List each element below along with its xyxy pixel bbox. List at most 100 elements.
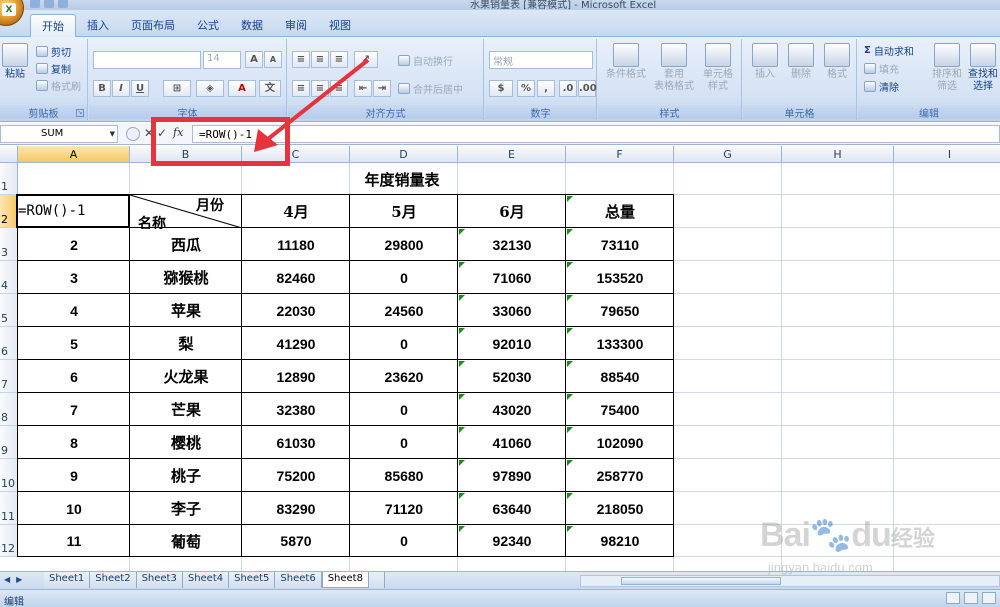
sheet-tab[interactable]: Sheet4	[182, 572, 230, 588]
value-cell[interactable]: 102090	[566, 426, 674, 459]
phonetic-button[interactable]: 文	[259, 80, 281, 97]
fruit-name-cell[interactable]: 李子	[130, 492, 242, 525]
number-format-combo[interactable]: 常规	[489, 51, 593, 69]
dialog-launcher-icon[interactable]: ↘	[76, 109, 84, 117]
row-header[interactable]: 11	[0, 492, 18, 525]
row-number-cell[interactable]: 7	[18, 393, 130, 426]
value-cell[interactable]: 0	[350, 393, 458, 426]
chevron-down-icon[interactable]: ▼	[110, 130, 115, 138]
row-number-cell[interactable]: 3	[18, 261, 130, 294]
value-cell[interactable]: 5870	[242, 525, 350, 557]
value-cell[interactable]: 0	[350, 525, 458, 557]
sheet-tab[interactable]: Sheet5	[229, 572, 276, 588]
fruit-name-cell[interactable]: 猕猴桃	[130, 261, 242, 294]
row-header[interactable]: 6	[0, 327, 18, 360]
value-cell[interactable]: 32130	[458, 228, 566, 261]
value-cell[interactable]: 92010	[458, 327, 566, 360]
ribbon-tab[interactable]: 公式	[186, 14, 230, 37]
find-select-button[interactable]: 查找和 选择	[966, 43, 1000, 93]
align-middle-button[interactable]: ≡	[311, 51, 329, 68]
view-buttons[interactable]	[946, 592, 996, 604]
insert-cells-button[interactable]: 插入	[749, 43, 781, 81]
value-cell[interactable]: 52030	[458, 360, 566, 393]
delete-cells-button[interactable]: 删除	[785, 43, 817, 81]
sort-filter-button[interactable]: 排序和 筛选	[930, 43, 964, 93]
value-cell[interactable]: 0	[350, 426, 458, 459]
format-cells-button[interactable]: 格式	[821, 43, 853, 81]
value-cell[interactable]: 11180	[242, 228, 350, 261]
format-painter-button[interactable]: 格式刷	[36, 78, 81, 93]
fruit-name-cell[interactable]: 葡萄	[130, 525, 242, 557]
row-header[interactable]: 4	[0, 261, 18, 294]
fruit-name-cell[interactable]: 桃子	[130, 459, 242, 492]
horizontal-scrollbar[interactable]	[580, 575, 1000, 587]
quick-access-toolbar[interactable]	[30, 0, 68, 8]
row-number-cell[interactable]: 11	[18, 525, 130, 557]
align-left-button[interactable]: ≡	[292, 80, 310, 97]
row-header[interactable]: 10	[0, 459, 18, 492]
orientation-button[interactable]: ↗	[354, 51, 378, 68]
value-cell[interactable]: 23620	[350, 360, 458, 393]
value-cell[interactable]: 153520	[566, 261, 674, 294]
value-cell[interactable]: 97890	[458, 459, 566, 492]
value-cell[interactable]: 92340	[458, 525, 566, 557]
value-cell[interactable]: 43020	[458, 393, 566, 426]
fruit-name-cell[interactable]: 苹果	[130, 294, 242, 327]
column-header[interactable]: E	[458, 146, 566, 163]
value-cell[interactable]: 88540	[566, 360, 674, 393]
insert-sheet-icon[interactable]	[368, 572, 385, 588]
scroll-thumb[interactable]	[621, 577, 781, 585]
cut-button[interactable]: 剪切	[36, 44, 71, 59]
bold-button[interactable]: B	[93, 80, 111, 97]
sheet-tab[interactable]: Sheet3	[136, 572, 183, 588]
border-button[interactable]: ⊞	[163, 80, 191, 97]
value-cell[interactable]: 33060	[458, 294, 566, 327]
value-cell[interactable]: 32380	[242, 393, 350, 426]
value-cell[interactable]: 0	[350, 327, 458, 360]
select-all-corner[interactable]	[0, 146, 18, 163]
row-number-cell[interactable]: 8	[18, 426, 130, 459]
fill-button[interactable]: 填充	[864, 61, 899, 76]
row-header[interactable]: 8	[0, 393, 18, 426]
value-cell[interactable]: 24560	[350, 294, 458, 327]
value-cell[interactable]: 82460	[242, 261, 350, 294]
value-cell[interactable]: 29800	[350, 228, 458, 261]
align-bottom-button[interactable]: ≡	[330, 51, 348, 68]
normal-view-icon[interactable]	[946, 592, 960, 604]
font-name-combo[interactable]	[93, 51, 201, 69]
value-cell[interactable]: 258770	[566, 459, 674, 492]
autosum-button[interactable]: Σ 自动求和	[864, 43, 914, 58]
increase-indent-button[interactable]: ⇥	[373, 80, 391, 97]
column-header[interactable]: F	[566, 146, 674, 163]
value-cell[interactable]: 73110	[566, 228, 674, 261]
font-size-combo[interactable]: 14	[203, 51, 241, 69]
row-number-cell[interactable]: 9	[18, 459, 130, 492]
fruit-name-cell[interactable]: 樱桃	[130, 426, 242, 459]
page-layout-icon[interactable]	[964, 592, 978, 604]
name-box[interactable]: SUM ▼	[0, 125, 118, 143]
align-right-button[interactable]: ≡	[330, 80, 348, 97]
conditional-format-button[interactable]: 条件格式	[604, 43, 648, 81]
value-cell[interactable]: 61030	[242, 426, 350, 459]
ribbon-tab[interactable]: 数据	[230, 14, 274, 37]
fill-color-button[interactable]: ◈	[196, 80, 224, 97]
ribbon-tab[interactable]: 插入	[76, 14, 120, 37]
row-header[interactable]: 12	[0, 525, 18, 557]
align-center-button[interactable]: ≡	[311, 80, 329, 97]
copy-button[interactable]: 复制	[36, 61, 71, 76]
worksheet-grid[interactable]: A B C D E F G H I 1 2 3 4 5 6 7 8 9 10 11 12 年度销量表 月份 名称 4月 5月 6月总…	[0, 146, 1000, 571]
fruit-name-cell[interactable]: 西瓜	[130, 228, 242, 261]
formula-input[interactable]: =ROW()-1	[192, 125, 1000, 143]
sheet-tab[interactable]: Sheet6	[275, 572, 322, 588]
column-header[interactable]: A	[18, 146, 130, 163]
comma-button[interactable]: ,	[537, 80, 555, 97]
value-cell[interactable]: 63640	[458, 492, 566, 525]
column-header[interactable]: H	[782, 146, 894, 163]
row-header[interactable]: 3	[0, 228, 18, 261]
value-cell[interactable]: 98210	[566, 525, 674, 557]
value-cell[interactable]: 85680	[350, 459, 458, 492]
value-cell[interactable]: 83290	[242, 492, 350, 525]
value-cell[interactable]: 75200	[242, 459, 350, 492]
underline-button[interactable]: U	[131, 80, 149, 97]
value-cell[interactable]: 71060	[458, 261, 566, 294]
